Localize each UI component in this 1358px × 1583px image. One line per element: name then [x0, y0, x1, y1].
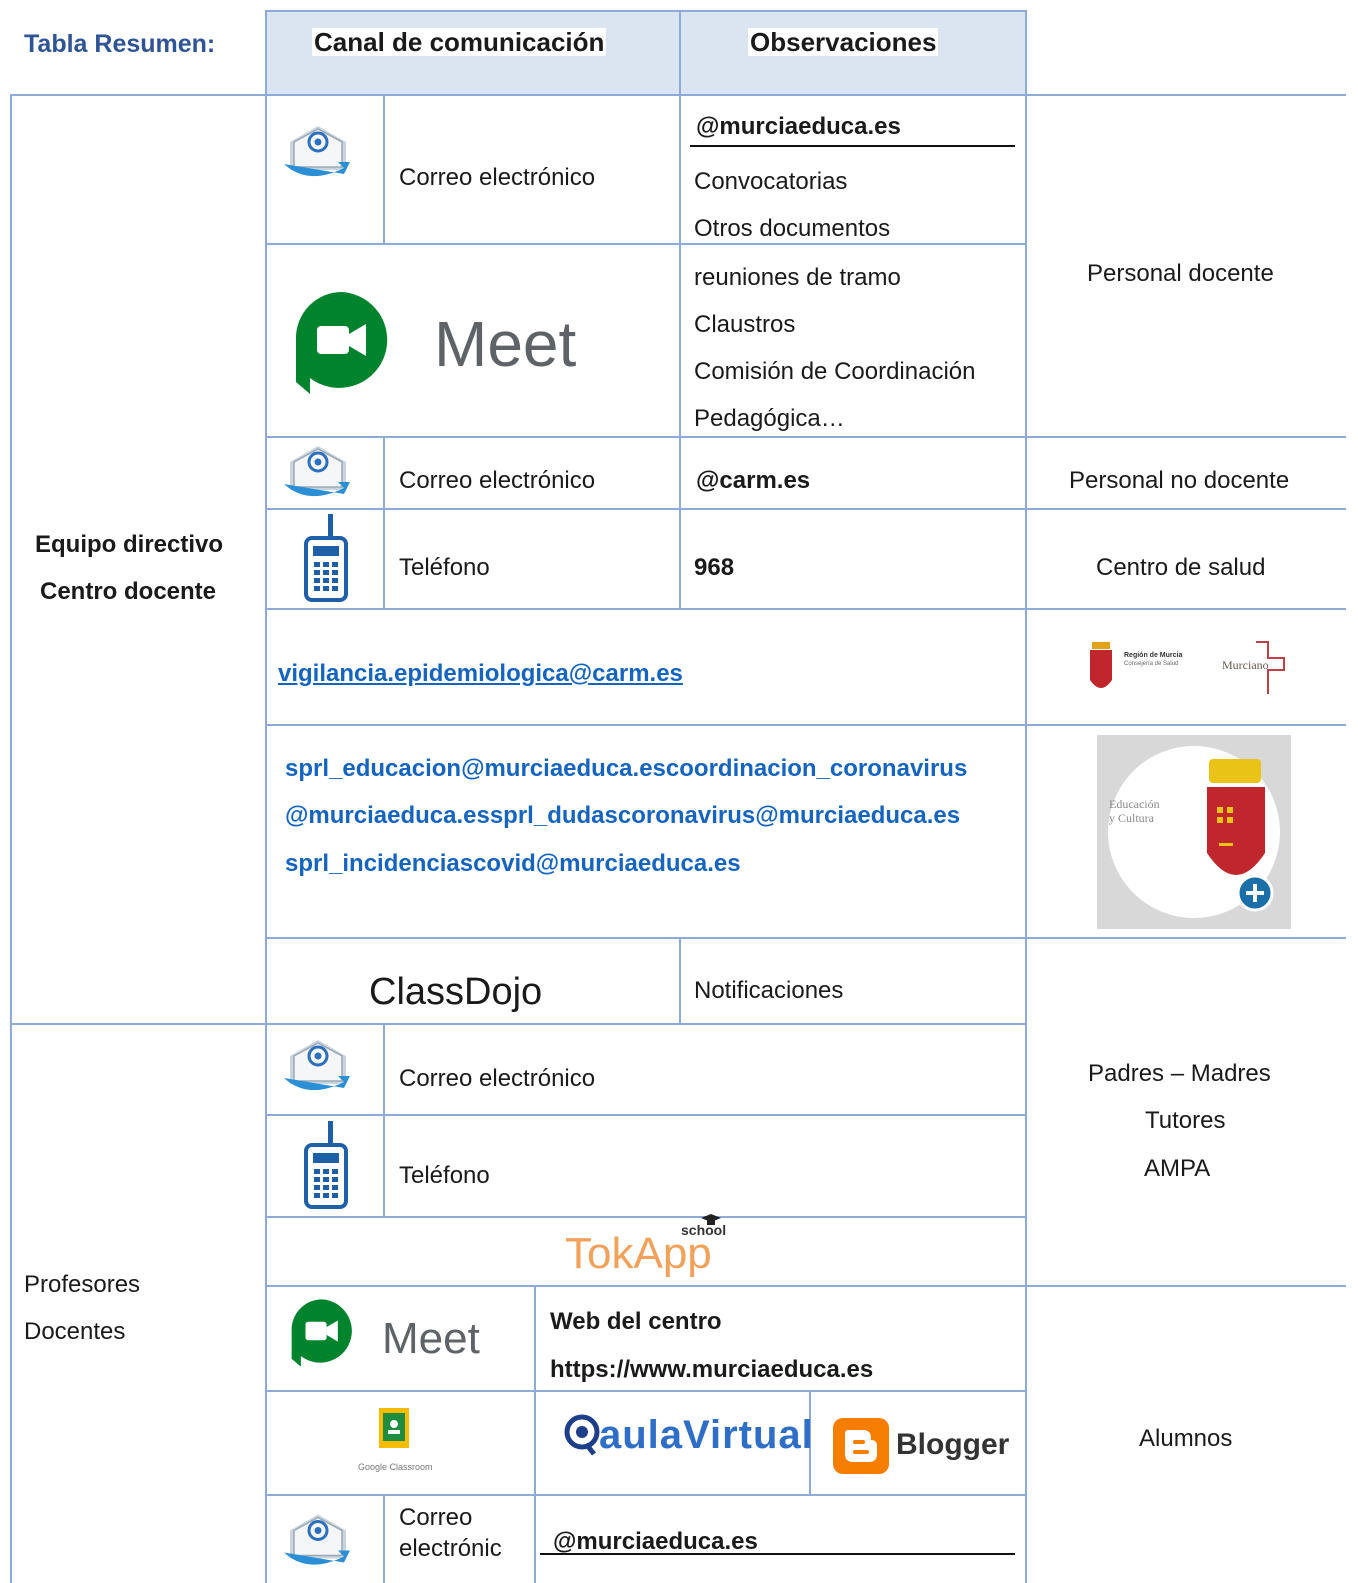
salud-region-text: Región de Murcia [1124, 652, 1183, 659]
salud-murcia-logo: Región de Murcia Consejería de Salud Mur… [1086, 636, 1306, 700]
google-meet-logo-icon [291, 1299, 352, 1367]
phone-icon [304, 514, 348, 602]
audience-personal-no-docente: Personal no docente [1069, 467, 1290, 494]
vigilancia-email-link[interactable]: vigilancia.epidemiologica@carm.es [278, 660, 683, 688]
audience-tutores: Tutores [1145, 1107, 1226, 1134]
email-icon [284, 446, 350, 497]
blogger-icon [833, 1418, 889, 1474]
phone-label: Teléfono [399, 1162, 490, 1189]
email-label: Correo electrónico [399, 164, 596, 191]
educacion-text-2: y Cultura [1109, 811, 1154, 825]
sprl-email-line-2[interactable]: @murciaeduca.essprl_dudascoronavirus@mur… [285, 802, 960, 830]
audience-personal-docente: Personal docente [1087, 260, 1274, 287]
sprl-email-line-3[interactable]: sprl_incidenciascovid@murciaeduca.es [285, 850, 741, 878]
blogger-wordmark: Blogger [896, 1428, 1010, 1461]
audience-centro-salud: Centro de salud [1096, 554, 1266, 581]
col-header-observations: Observaciones [748, 27, 939, 57]
email-icon [284, 1040, 350, 1091]
phone-label: Teléfono [399, 554, 490, 581]
meet-obs-pedagogica: Pedagógica… [694, 405, 845, 432]
email-domain-edu: @murciaeduca.es [696, 113, 901, 140]
audience-alumnos: Alumnos [1139, 1425, 1233, 1452]
meet-wordmark: Meet [434, 308, 577, 380]
aula-virtual-icon [564, 1414, 600, 1456]
notificaciones-label: Notificaciones [694, 977, 844, 1004]
email-domain-carm: @carm.es [696, 467, 811, 494]
google-classroom-caption: Google Classroom [358, 1462, 433, 1472]
email-obs-otros-documentos: Otros documentos [694, 215, 891, 242]
summary-title: Tabla Resumen: [24, 30, 216, 58]
educacion-text-1: Educación [1109, 797, 1160, 811]
audience-padres-madres: Padres – Madres [1088, 1060, 1271, 1087]
email-icon [284, 126, 350, 177]
web-centro-url[interactable]: https://www.murciaeduca.es [550, 1356, 873, 1384]
email-domain-underline [540, 1553, 1015, 1555]
group-centro-docente: Centro docente [40, 578, 217, 605]
email-label-short-line2: electrónic [399, 1535, 502, 1562]
meet-wordmark: Meet [382, 1314, 480, 1363]
email-domain-edu-alumnos: @murciaeduca.es [553, 1528, 758, 1555]
classdojo-label: ClassDojo [369, 971, 543, 1013]
sprl-email-line-1[interactable]: sprl_educacion@murciaeduca.escoordinacio… [285, 755, 967, 783]
web-centro-label: Web del centro [550, 1308, 722, 1335]
email-label-short-line1: Correo [399, 1504, 473, 1531]
audience-ampa: AMPA [1144, 1155, 1211, 1182]
google-meet-logo-icon [295, 291, 388, 394]
graduation-cap-icon [701, 1214, 721, 1225]
group-equipo-directivo: Equipo directivo [35, 531, 224, 558]
col-header-channel: Canal de comunicación [312, 27, 607, 57]
salud-consejeria-text: Consejería de Salud [1124, 661, 1179, 667]
meet-obs-reuniones: reuniones de tramo [694, 264, 901, 291]
salud-servicio-text: Murciano [1222, 658, 1269, 672]
phone-icon [304, 1121, 348, 1209]
group-docentes: Docentes [24, 1318, 126, 1345]
email-label: Correo electrónico [399, 467, 596, 494]
group-profesores: Profesores [24, 1271, 141, 1298]
email-obs-convocatorias: Convocatorias [694, 168, 848, 195]
meet-obs-comision: Comisión de Coordinación [694, 358, 976, 385]
email-icon [284, 1514, 350, 1565]
meet-obs-claustros: Claustros [694, 311, 796, 338]
aula-virtual-logo: aulaVirtual [599, 1413, 814, 1457]
email-label: Correo electrónico [399, 1065, 596, 1092]
phone-prefix: 968 [694, 554, 735, 581]
educacion-cultura-logo: Educación y Cultura [1097, 735, 1291, 929]
google-classroom-icon [379, 1408, 409, 1448]
email-domain-underline [690, 145, 1015, 147]
